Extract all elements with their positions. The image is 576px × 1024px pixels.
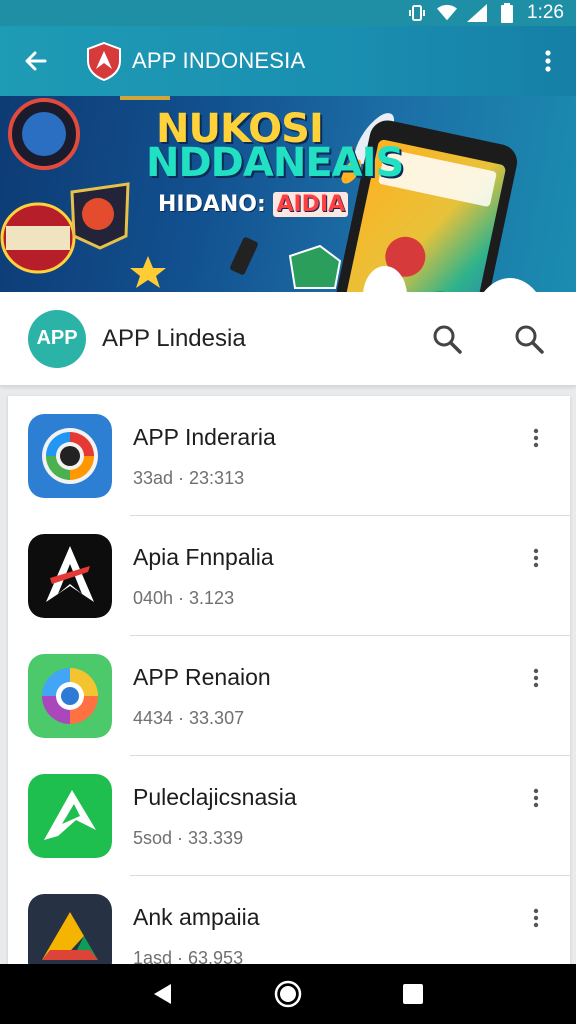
- app-title: Apia Fnnpalia: [133, 544, 274, 570]
- app-meta: 1asd · 63.953: [133, 948, 244, 964]
- chrome-like-icon: [28, 654, 112, 738]
- triangle-logo-icon: [28, 894, 112, 964]
- green-arrow-icon: [28, 774, 112, 858]
- app-title: APP Inderaria: [133, 424, 276, 450]
- arrow-logo-icon: [28, 534, 112, 618]
- status-bar: 1:26: [0, 0, 576, 26]
- app-title: APP Renaion: [133, 664, 271, 690]
- more-vert-icon[interactable]: [524, 426, 548, 450]
- promo-banner[interactable]: NUKOSI NDDANEAIS HIDANO: AIDIA: [0, 96, 576, 292]
- navigation-bar: [0, 964, 576, 1024]
- app-meta: 040h · 3.123: [133, 588, 235, 608]
- app-header: APP APP Lindesia: [0, 292, 576, 386]
- status-time: 1:26: [527, 2, 564, 23]
- search-icon[interactable]: [428, 320, 466, 358]
- home-nav-icon[interactable]: [266, 972, 310, 1016]
- app-title: Ank ampaiia: [133, 904, 260, 930]
- screen: 1:26 APP INDONESIA NUKOSI NDDANEAIS HIDA…: [0, 0, 576, 1024]
- recents-nav-icon[interactable]: [391, 972, 435, 1016]
- more-vert-icon[interactable]: [538, 44, 558, 78]
- more-vert-icon[interactable]: [524, 786, 548, 810]
- app-avatar[interactable]: APP: [28, 309, 86, 368]
- banner-headline-2: NDDANEAIS: [146, 140, 404, 186]
- app-list: APP Inderaria 33ad · 23:313 Apia Fnnpali…: [8, 396, 570, 964]
- banner-subline-text: HIDANO:: [158, 192, 274, 217]
- list-item[interactable]: Apia Fnnpalia 040h · 3.123: [8, 516, 570, 636]
- list-item[interactable]: Puleclajicsnasia 5sod · 33.339: [8, 756, 570, 876]
- search-icon[interactable]: [510, 320, 548, 358]
- more-vert-icon[interactable]: [524, 906, 548, 930]
- list-item[interactable]: Ank ampaiia 1asd · 63.953: [8, 876, 570, 964]
- app-title: Puleclajicsnasia: [133, 784, 297, 810]
- signal-icon: [467, 3, 488, 23]
- list-item[interactable]: APP Renaion 4434 · 33.307: [8, 636, 570, 756]
- app-bar-title: APP INDONESIA: [132, 48, 306, 73]
- arrow-back-icon[interactable]: [0, 26, 72, 96]
- app-meta: 33ad · 23:313: [133, 468, 245, 488]
- list-item[interactable]: APP Inderaria 33ad · 23:313: [8, 396, 570, 516]
- app-meta: 5sod · 33.339: [133, 828, 244, 848]
- banner-subline: HIDANO: AIDIA: [158, 192, 349, 217]
- avatar-text: APP: [36, 327, 78, 349]
- wifi-icon: [437, 3, 458, 23]
- more-vert-icon[interactable]: [524, 666, 548, 690]
- app-meta: 4434 · 33.307: [133, 708, 245, 728]
- shield-logo-icon: [84, 41, 124, 82]
- battery-icon: [497, 3, 517, 23]
- banner-subline-accent: AIDIA: [273, 192, 349, 217]
- app-header-name: APP Lindesia: [102, 324, 246, 352]
- more-vert-icon[interactable]: [524, 546, 548, 570]
- app-bar: APP INDONESIA: [0, 26, 576, 96]
- back-nav-icon[interactable]: [141, 972, 185, 1016]
- sync-circle-icon: [28, 414, 112, 498]
- vibrate-icon: [407, 3, 427, 23]
